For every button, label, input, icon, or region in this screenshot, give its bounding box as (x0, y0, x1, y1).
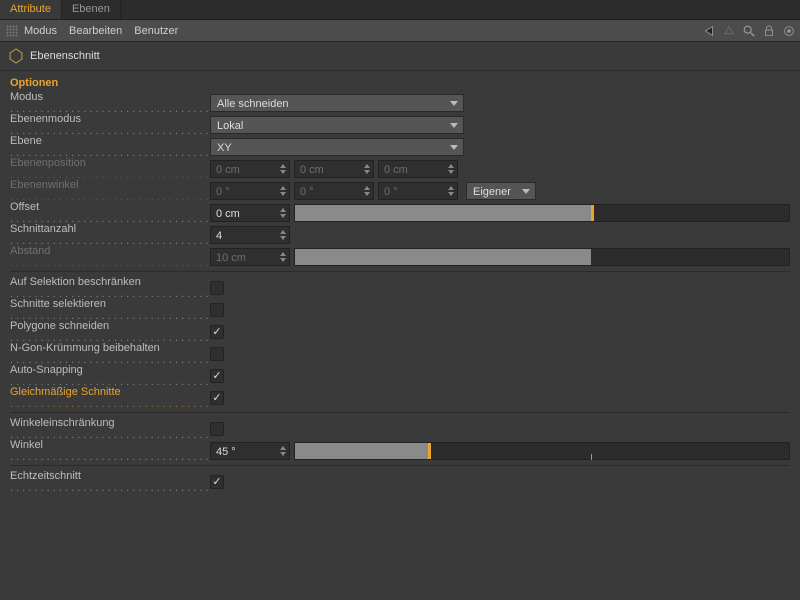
check-winkeleinschraenkung[interactable] (210, 422, 224, 436)
menu-modus[interactable]: Modus (24, 25, 57, 37)
attribute-menubar: Modus Bearbeiten Benutzer (0, 20, 800, 42)
label-abstand: Abstand (10, 245, 210, 269)
tab-ebenen[interactable]: Ebenen (62, 0, 121, 19)
check-autosnapping[interactable] (210, 369, 224, 383)
check-schnitte-selektieren[interactable] (210, 303, 224, 317)
slider-abstand (294, 248, 790, 266)
input-pos-x[interactable]: 0 cm (210, 160, 290, 178)
label-schnitte-selektieren: Schnitte selektieren (10, 298, 210, 322)
up-arrow-icon[interactable] (722, 24, 736, 38)
divider (10, 412, 790, 413)
divider (10, 465, 790, 466)
label-winkel: Winkel (10, 439, 210, 463)
label-ngon: N-Gon-Krümmung beibehalten (10, 342, 210, 366)
tab-bar: Attribute Ebenen (0, 0, 800, 20)
label-ebene: Ebene (10, 135, 210, 159)
section-optionen: Optionen (0, 71, 800, 93)
target-icon[interactable] (782, 24, 796, 38)
slider-offset[interactable] (294, 204, 790, 222)
label-modus: Modus (10, 91, 210, 115)
tool-header: Ebenenschnitt (0, 42, 800, 71)
label-ebenenposition: Ebenenposition (10, 157, 210, 181)
input-ang-x[interactable]: 0 ° (210, 182, 290, 200)
options-panel: Modus Alle schneiden Ebenenmodus Lokal E… (0, 93, 800, 500)
check-polygone-schneiden[interactable] (210, 325, 224, 339)
tool-icon (8, 48, 24, 64)
lock-icon[interactable] (762, 24, 776, 38)
slider-winkel[interactable] (294, 442, 790, 460)
label-autosnapping: Auto-Snapping (10, 364, 210, 388)
dropdown-modus[interactable]: Alle schneiden (210, 94, 464, 112)
check-echtzeit[interactable] (210, 475, 224, 489)
label-winkeleinschraenkung: Winkeleinschränkung (10, 417, 210, 441)
input-pos-y[interactable]: 0 cm (294, 160, 374, 178)
input-offset[interactable]: 0 cm (210, 204, 290, 222)
dropdown-ebenenmodus[interactable]: Lokal (210, 116, 464, 134)
label-schnittanzahl: Schnittanzahl (10, 223, 210, 247)
tool-title: Ebenenschnitt (30, 50, 100, 62)
label-echtzeit: Echtzeitschnitt (10, 470, 210, 494)
tab-attribute[interactable]: Attribute (0, 0, 62, 19)
input-winkel[interactable]: 45 ° (210, 442, 290, 460)
input-ang-z[interactable]: 0 ° (378, 182, 458, 200)
input-ang-y[interactable]: 0 ° (294, 182, 374, 200)
label-ebenenmodus: Ebenenmodus (10, 113, 210, 137)
label-aufselektion: Auf Selektion beschränken (10, 276, 210, 300)
check-aufselektion[interactable] (210, 281, 224, 295)
menu-bearbeiten[interactable]: Bearbeiten (69, 25, 122, 37)
dropdown-angle-order[interactable]: Eigener (466, 182, 536, 200)
input-abstand[interactable]: 10 cm (210, 248, 290, 266)
back-arrow-icon[interactable] (702, 24, 716, 38)
menu-benutzer[interactable]: Benutzer (134, 25, 178, 37)
input-schnittanzahl[interactable]: 4 (210, 226, 290, 244)
input-pos-z[interactable]: 0 cm (378, 160, 458, 178)
check-ngon[interactable] (210, 347, 224, 361)
label-offset: Offset (10, 201, 210, 225)
divider (10, 271, 790, 272)
label-ebenenwinkel: Ebenenwinkel (10, 179, 210, 203)
check-gleichmaessig[interactable] (210, 391, 224, 405)
grip-icon (6, 25, 18, 37)
dropdown-ebene[interactable]: XY (210, 138, 464, 156)
search-icon[interactable] (742, 24, 756, 38)
label-polygone-schneiden: Polygone schneiden (10, 320, 210, 344)
label-gleichmaessig: Gleichmäßige Schnitte (10, 386, 210, 410)
